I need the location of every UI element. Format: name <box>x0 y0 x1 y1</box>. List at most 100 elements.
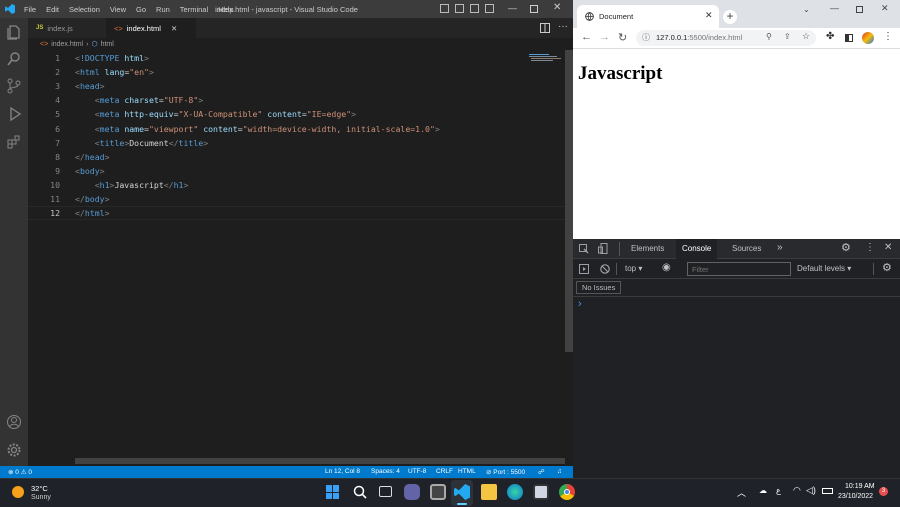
customize-layout-icon[interactable] <box>485 4 494 13</box>
code-line[interactable]: <meta name="viewport" content="width=dev… <box>75 124 440 134</box>
indentation[interactable]: Spaces: 4 <box>371 468 400 475</box>
live-expression-eye-icon[interactable]: ◉ <box>662 262 671 273</box>
tab-close-icon[interactable]: ✕ <box>171 24 177 33</box>
code-line[interactable]: <title>Document</title> <box>75 138 208 148</box>
menu-edit[interactable]: Edit <box>41 5 64 14</box>
inspect-element-icon[interactable] <box>579 244 589 254</box>
code-line[interactable]: <body> <box>75 166 105 176</box>
encoding[interactable]: UTF-8 <box>408 468 426 475</box>
wifi-icon[interactable]: ◠ <box>793 485 801 496</box>
editor-scrollbar[interactable] <box>565 50 573 466</box>
task-view-icon[interactable] <box>379 486 392 497</box>
widgets-icon[interactable] <box>430 484 446 500</box>
start-windows-icon[interactable] <box>326 485 340 499</box>
close-tab-icon[interactable]: ✕ <box>705 10 713 21</box>
chrome-minimize-button[interactable]: — <box>830 3 839 13</box>
notifications-bell-icon[interactable]: ♫ <box>557 468 562 475</box>
clock-time[interactable]: 10:19 AM <box>845 483 875 490</box>
code-line[interactable]: </body> <box>75 194 110 204</box>
code-line[interactable]: <h1>Javascript</h1> <box>75 180 189 190</box>
file-explorer-icon[interactable] <box>481 484 497 500</box>
store-icon[interactable] <box>533 484 549 500</box>
volume-icon[interactable]: ◁) <box>806 485 816 496</box>
console-prompt[interactable]: › <box>578 298 582 310</box>
taskbar-search-icon[interactable] <box>353 485 367 499</box>
chrome-maximize-button[interactable] <box>856 6 863 13</box>
code-editor[interactable]: 1 <!DOCTYPE html> 2 <html lang="en"> 3 <head>… <box>28 50 523 466</box>
account-icon[interactable] <box>6 414 22 430</box>
zoom-icon[interactable]: ⚲ <box>766 32 772 41</box>
edge-icon[interactable] <box>507 484 523 500</box>
menu-help[interactable]: Help <box>213 5 238 14</box>
minimize-button[interactable]: — <box>508 3 517 13</box>
address-bar[interactable]: ⓘ 127.0.0.1:5500/index.html ⚲ ⇪ ☆ <box>636 30 816 46</box>
code-line[interactable]: <meta http-equiv="X-UA-Compatible" conte… <box>75 109 356 119</box>
console-filter-input[interactable] <box>687 262 791 276</box>
cursor-position[interactable]: Ln 12, Col 8 <box>325 468 360 475</box>
menu-terminal[interactable]: Terminal <box>175 5 213 14</box>
devtools-menu-icon[interactable]: ⋮ <box>865 242 875 253</box>
breadcrumb-element[interactable]: html <box>101 41 114 48</box>
share-icon[interactable]: ⇪ <box>784 32 791 41</box>
live-server-port[interactable]: ⊘ Port : 5500 <box>486 468 525 476</box>
chrome-close-button[interactable]: ✕ <box>881 3 889 14</box>
weather-temperature[interactable]: 32°C <box>31 484 48 493</box>
feedback-icon[interactable]: ☍ <box>538 468 545 476</box>
notification-badge[interactable]: 3 <box>879 487 888 496</box>
menu-file[interactable]: File <box>19 5 41 14</box>
language-mode[interactable]: HTML <box>458 468 476 475</box>
site-info-icon[interactable]: ⓘ <box>642 32 650 43</box>
code-line[interactable]: <head> <box>75 81 105 91</box>
console-sidebar-icon[interactable] <box>579 264 589 274</box>
forward-icon[interactable]: → <box>599 31 610 43</box>
explorer-icon[interactable] <box>6 24 22 40</box>
sun-icon[interactable] <box>12 486 24 498</box>
tab-index-js[interactable]: JS index.js <box>28 18 106 38</box>
console-settings-icon[interactable]: ⚙ <box>882 261 892 274</box>
line-endings[interactable]: CRLF <box>436 468 453 475</box>
bookmark-star-icon[interactable]: ☆ <box>802 31 810 42</box>
issues-badge[interactable]: No Issues <box>576 281 622 294</box>
code-line[interactable]: <meta charset="UTF-8"> <box>75 95 204 105</box>
chrome-menu-icon[interactable]: ⋮ <box>883 31 893 42</box>
devtools-tab-elements[interactable]: Elements <box>631 244 664 253</box>
devtools-tab-sources[interactable]: Sources <box>732 244 761 253</box>
tab-search-icon[interactable]: ⌄ <box>803 5 810 14</box>
new-tab-button[interactable]: + <box>723 10 737 24</box>
scroll-thumb[interactable] <box>565 50 573 352</box>
breadcrumb-file[interactable]: index.html <box>51 41 83 48</box>
devtools-close-icon[interactable]: ✕ <box>884 242 892 253</box>
reload-icon[interactable]: ↻ <box>618 31 627 44</box>
maximize-button[interactable] <box>530 5 538 13</box>
menu-view[interactable]: View <box>105 5 131 14</box>
side-panel-icon[interactable] <box>845 34 853 42</box>
search-icon[interactable] <box>6 51 22 67</box>
devtools-tab-console[interactable]: Console <box>676 239 718 259</box>
code-line[interactable]: <!DOCTYPE html> <box>75 53 149 63</box>
tab-index-html[interactable]: <> index.html ✕ <box>106 18 196 38</box>
settings-gear-icon[interactable] <box>6 442 22 458</box>
source-control-icon[interactable] <box>6 78 22 94</box>
toggle-panel-icon[interactable] <box>455 4 464 13</box>
extensions-icon[interactable] <box>6 134 22 150</box>
menu-run[interactable]: Run <box>151 5 175 14</box>
weather-condition[interactable]: Sunny <box>31 494 51 501</box>
log-levels-dropdown[interactable]: Default levels ▾ <box>797 264 851 273</box>
more-actions-icon[interactable]: ··· <box>558 21 568 32</box>
battery-icon[interactable] <box>822 488 833 494</box>
toggle-secondary-sidebar-icon[interactable] <box>470 4 479 13</box>
profile-avatar[interactable] <box>862 32 874 44</box>
problems-indicator[interactable]: ⊗ 0 ⚠ 0 <box>8 468 32 476</box>
extensions-puzzle-icon[interactable]: ✤ <box>826 31 834 42</box>
code-line[interactable]: <html lang="en"> <box>75 67 154 77</box>
split-editor-icon[interactable] <box>540 23 550 33</box>
teams-chat-icon[interactable] <box>404 484 420 500</box>
close-button[interactable]: ✕ <box>553 2 561 13</box>
back-icon[interactable]: ← <box>581 31 592 43</box>
code-line[interactable]: </head> <box>75 152 110 162</box>
minimap[interactable] <box>523 50 565 466</box>
code-line[interactable]: </html> <box>75 208 110 218</box>
vscode-taskbar-icon[interactable] <box>454 484 470 500</box>
cloud-icon[interactable]: ☁ <box>759 486 767 495</box>
device-toolbar-icon[interactable] <box>598 243 608 254</box>
